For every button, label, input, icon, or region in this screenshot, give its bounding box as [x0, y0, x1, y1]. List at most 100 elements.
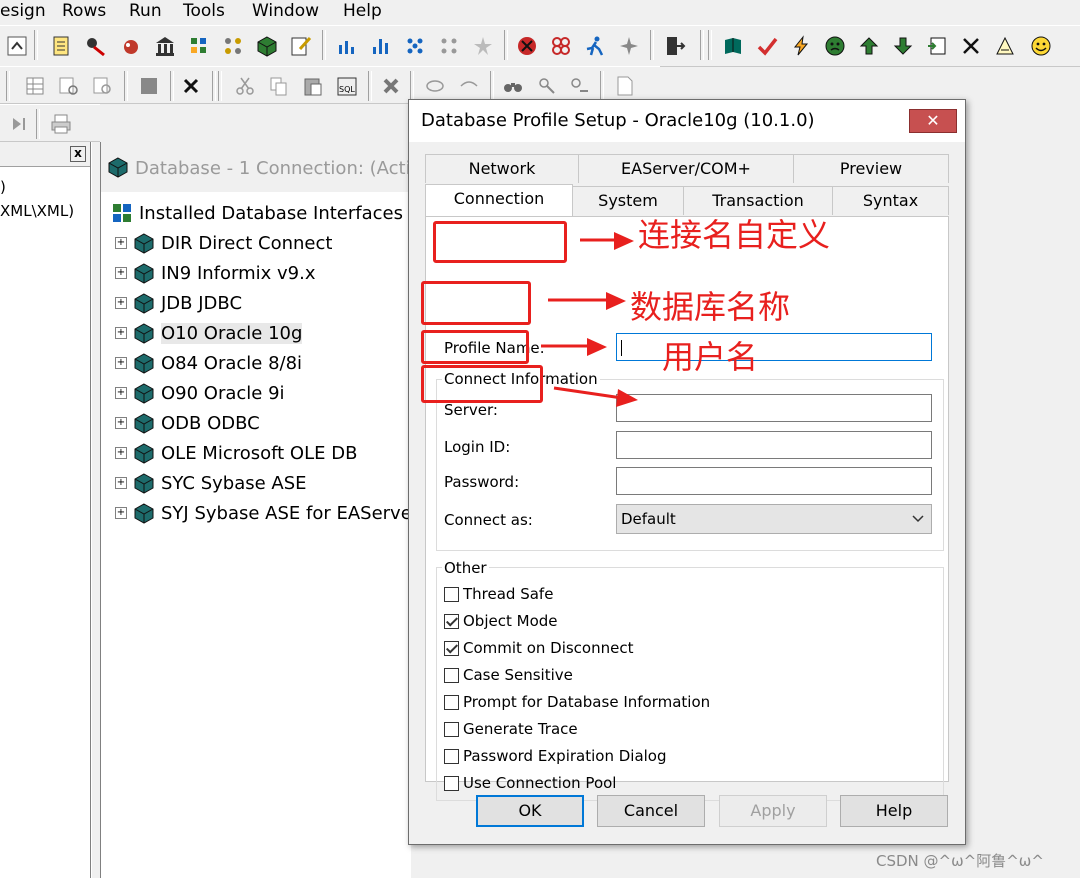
dialog-close-button[interactable]: ✕ [909, 109, 957, 133]
link-icon[interactable] [422, 73, 448, 99]
login-id-input[interactable] [616, 431, 932, 459]
cut-icon[interactable] [232, 73, 258, 99]
tab-network[interactable]: Network [425, 154, 579, 183]
tree-item-interface[interactable]: + JDB JDBC [115, 292, 242, 314]
tab-syntax[interactable]: Syntax [832, 186, 949, 215]
tab-connection[interactable]: Connection [425, 184, 573, 216]
check-red-icon[interactable] [754, 33, 780, 59]
tab-preview[interactable]: Preview [793, 154, 949, 183]
grid-search-icon[interactable] [56, 73, 82, 99]
pattern-gray-icon[interactable] [436, 33, 462, 59]
tab-easerver[interactable]: EAServer/COM+ [578, 154, 794, 183]
copy-icon[interactable] [266, 73, 292, 99]
step-end-icon[interactable] [6, 111, 32, 137]
expand-plus-icon[interactable]: + [115, 327, 127, 339]
tree-item-interface[interactable]: + O84 Oracle 8/8i [115, 352, 302, 374]
option-checkbox-row[interactable]: Commit on Disconnect [444, 638, 633, 658]
option-checkbox-row[interactable]: Password Expiration Dialog [444, 746, 667, 766]
library-path-text[interactable]: XML\XML) [0, 202, 74, 220]
close-x-icon[interactable] [958, 33, 984, 59]
tree-item-interface[interactable]: + OLE Microsoft OLE DB [115, 442, 357, 464]
stop-square-icon[interactable] [136, 73, 162, 99]
option-checkbox-row[interactable]: Prompt for Database Information [444, 692, 710, 712]
sparkle-icon[interactable] [616, 33, 642, 59]
edit-form-icon[interactable] [288, 33, 314, 59]
checkbox-checked-icon[interactable] [444, 613, 459, 629]
expand-plus-icon[interactable]: + [115, 447, 127, 459]
menu-help[interactable]: Help [343, 0, 382, 22]
paste-icon[interactable] [300, 73, 326, 99]
print-icon[interactable] [48, 111, 74, 137]
find-replace-icon[interactable] [534, 73, 560, 99]
arrow-up-icon[interactable] [856, 33, 882, 59]
menu-tools[interactable]: Tools [183, 0, 225, 22]
menu-design[interactable]: esign [0, 0, 46, 22]
expand-plus-icon[interactable]: + [115, 297, 127, 309]
cancel-button[interactable]: Cancel [597, 795, 705, 827]
connect-as-select[interactable]: Default [616, 504, 932, 534]
option-checkbox-row[interactable]: Thread Safe [444, 584, 553, 604]
option-checkbox-row[interactable]: Case Sensitive [444, 665, 573, 685]
tree-item-interface[interactable]: + SYJ Sybase ASE for EAServe [115, 502, 412, 524]
tree-item-interface[interactable]: + SYC Sybase ASE [115, 472, 307, 494]
option-checkbox-row[interactable]: Use Connection Pool [444, 773, 616, 793]
tree-item-interface[interactable]: + O90 Oracle 9i [115, 382, 285, 404]
collapse-icon[interactable] [4, 33, 30, 59]
apply-button[interactable]: Apply [719, 795, 827, 827]
star-gray-icon[interactable] [470, 33, 496, 59]
expand-plus-icon[interactable]: + [115, 237, 127, 249]
runner-icon[interactable] [582, 33, 608, 59]
wizard-icon[interactable] [82, 33, 108, 59]
find-next-icon[interactable] [566, 73, 592, 99]
tree-item-interface[interactable]: + IN9 Informix v9.x [115, 262, 316, 284]
tree-root-installed-interfaces[interactable]: Installed Database Interfaces [111, 202, 403, 224]
stop-icon[interactable] [514, 33, 540, 59]
checkbox-unchecked-icon[interactable] [444, 694, 459, 710]
book-icon[interactable] [720, 33, 746, 59]
delete-icon[interactable] [178, 73, 204, 99]
calendar-icon[interactable] [48, 33, 74, 59]
option-checkbox-row[interactable]: Object Mode [444, 611, 558, 631]
tree-item-interface[interactable]: + ODB ODBC [115, 412, 260, 434]
sql-icon[interactable]: SQL [334, 73, 360, 99]
checkbox-unchecked-icon[interactable] [444, 775, 459, 791]
lightning-icon[interactable] [788, 33, 814, 59]
menu-run[interactable]: Run [129, 0, 162, 22]
cancel-cross-icon[interactable] [378, 73, 404, 99]
checkbox-unchecked-icon[interactable] [444, 667, 459, 683]
rings-icon[interactable] [548, 33, 574, 59]
menu-rows[interactable]: Rows [62, 0, 106, 22]
help-button[interactable]: Help [840, 795, 948, 827]
cube-icon[interactable] [254, 33, 280, 59]
expand-plus-icon[interactable]: + [115, 507, 127, 519]
arrow-down-icon[interactable] [890, 33, 916, 59]
expand-plus-icon[interactable]: + [115, 417, 127, 429]
option-checkbox-row[interactable]: Generate Trace [444, 719, 578, 739]
list-insert-icon[interactable] [924, 33, 950, 59]
checkbox-checked-icon[interactable] [444, 640, 459, 656]
exit-icon[interactable] [662, 33, 688, 59]
expand-plus-icon[interactable]: + [115, 477, 127, 489]
grid-icon[interactable] [186, 33, 212, 59]
checkbox-unchecked-icon[interactable] [444, 748, 459, 764]
grid-view-icon[interactable] [22, 73, 48, 99]
expand-plus-icon[interactable]: + [115, 267, 127, 279]
pattern-icon[interactable] [402, 33, 428, 59]
dialog-title-bar[interactable]: Database Profile Setup - Oracle10g (10.1… [409, 100, 965, 142]
preview-search-icon[interactable] [90, 73, 116, 99]
checkbox-unchecked-icon[interactable] [444, 721, 459, 737]
password-input[interactable] [616, 467, 932, 495]
expand-plus-icon[interactable]: + [115, 387, 127, 399]
bars-icon[interactable] [334, 33, 360, 59]
dots-icon[interactable] [220, 33, 246, 59]
bars2-icon[interactable] [368, 33, 394, 59]
face-green-icon[interactable] [822, 33, 848, 59]
library-icon[interactable] [152, 33, 178, 59]
menu-window[interactable]: Window [252, 0, 319, 22]
checkbox-unchecked-icon[interactable] [444, 586, 459, 602]
unlink-icon[interactable] [456, 73, 482, 99]
panel-close-button[interactable]: x [70, 146, 86, 162]
expand-plus-icon[interactable]: + [115, 357, 127, 369]
ok-button[interactable]: OK [476, 795, 584, 827]
pen-icon[interactable] [992, 33, 1018, 59]
